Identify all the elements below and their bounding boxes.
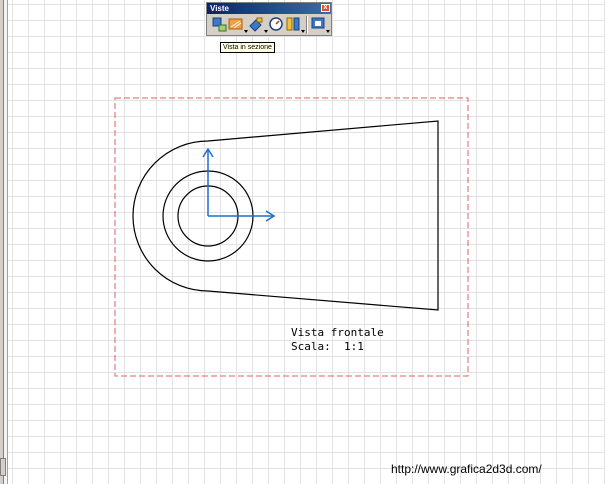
advanced-view-button[interactable] [310, 16, 330, 34]
close-icon: x [323, 4, 328, 11]
view-axis-system[interactable] [202, 147, 276, 222]
tooltip: Vista in sezione [220, 42, 275, 53]
drawing-sheet [114, 97, 469, 377]
vista-in-sezione-icon [228, 18, 248, 33]
toolbar-title-bar[interactable]: Viste x [207, 3, 331, 14]
vista-interrotta-icon [286, 17, 305, 33]
view-name-label[interactable]: Vista frontale [291, 326, 384, 339]
view-scale-label[interactable]: Scala: 1:1 [291, 340, 364, 353]
vista-avanzata-icon [311, 17, 330, 33]
watermark-url: http://www.grafica2d3d.com/ [391, 462, 542, 476]
drawing-window: Vista frontale Scala: 1:1 Viste x Vista … [0, 0, 605, 484]
views-toolbar[interactable]: Viste x [206, 2, 332, 36]
section-view-button[interactable] [228, 16, 248, 34]
detail-view-button[interactable] [268, 16, 284, 34]
toolbar-buttons [207, 14, 331, 34]
viste-proiettate-icon [212, 17, 227, 32]
auxiliary-view-button[interactable] [248, 16, 268, 34]
projected-view-button[interactable] [211, 16, 227, 34]
part-outline[interactable] [132, 120, 439, 311]
vista-di-dettaglio-icon [269, 17, 283, 31]
toolbar-close-button[interactable]: x [321, 4, 330, 12]
vista-ausiliaria-icon [249, 17, 268, 33]
broken-view-button[interactable] [285, 16, 305, 34]
toolbar-title: Viste [210, 4, 229, 13]
toolbar-separator [305, 16, 308, 34]
